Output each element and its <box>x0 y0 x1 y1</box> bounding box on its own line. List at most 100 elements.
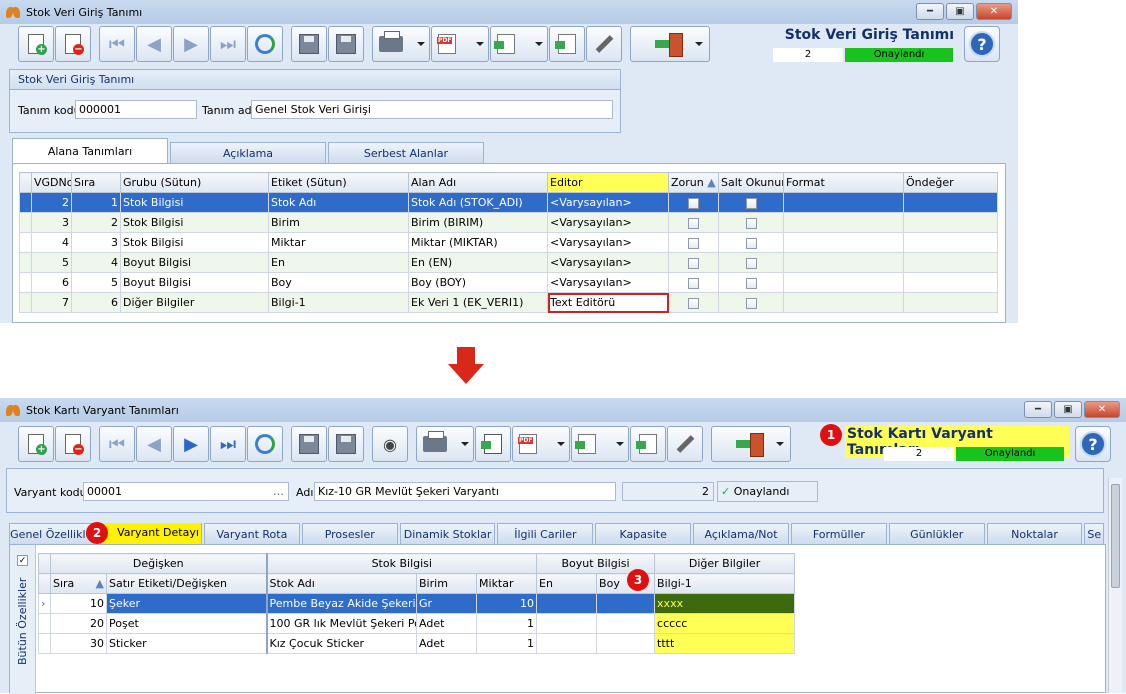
table-row[interactable]: › 10 Şeker Pembe Beyaz Akide Şekeri Gr 1… <box>38 593 796 614</box>
cell-boy[interactable] <box>596 633 656 654</box>
cell-birim[interactable]: Adet <box>416 613 478 634</box>
tab-varyant-rota[interactable]: Varyant Rota <box>203 523 300 544</box>
cell-vgdno[interactable]: 2 <box>31 192 72 213</box>
col-grubu[interactable]: Grubu (Sütun) <box>120 172 269 193</box>
pdf-button[interactable] <box>431 26 489 62</box>
checkbox[interactable] <box>745 297 757 309</box>
col-etiket[interactable]: Etiket (Sütun) <box>268 172 409 193</box>
tab-gunlukler[interactable]: Günlükler <box>888 523 985 544</box>
exit-button[interactable] <box>630 26 710 62</box>
checkbox[interactable] <box>745 237 757 249</box>
chevron-down-icon[interactable] <box>557 442 565 446</box>
pdf-button[interactable] <box>512 426 570 462</box>
cell-grup[interactable]: Stok Bilgisi <box>120 212 269 233</box>
tab-genel-ozellikler[interactable]: Genel Özellikler <box>9 523 98 544</box>
cell-etiket[interactable]: En <box>268 252 409 273</box>
cell-en[interactable] <box>536 633 598 654</box>
cancel-save-button[interactable] <box>328 426 364 462</box>
save-button[interactable] <box>291 426 327 462</box>
cell-etiket[interactable]: Şeker <box>105 593 268 614</box>
cell-salt-okunur[interactable] <box>718 292 784 313</box>
chevron-down-icon[interactable] <box>461 442 469 446</box>
cell-birim[interactable]: Gr <box>416 593 478 614</box>
tab-alan-tanimlari[interactable]: Alana Tanımları <box>12 138 168 163</box>
first-record-button[interactable]: ⏮ <box>99 426 135 462</box>
cell-alan[interactable]: Miktar (MIKTAR) <box>408 232 548 253</box>
col-en[interactable]: En <box>536 573 598 594</box>
import-button[interactable] <box>549 26 585 62</box>
col-satir-etiketi[interactable]: Satır Etiketi/Değişken <box>105 573 268 594</box>
table-row[interactable]: 3 2 Stok Bilgisi Birim Birim (BIRIM) <Va… <box>19 212 998 233</box>
name-input[interactable]: Genel Stok Veri Girişi <box>251 100 613 119</box>
cell-ondeger[interactable] <box>903 252 998 273</box>
cell-alan[interactable]: Birim (BIRIM) <box>408 212 548 233</box>
checkbox[interactable] <box>745 197 757 209</box>
cell-vgdno[interactable]: 6 <box>31 272 72 293</box>
col-bilgi-1[interactable]: Bilgi-1 <box>654 573 796 594</box>
cell-en[interactable] <box>536 613 598 634</box>
settings-button[interactable] <box>586 26 622 62</box>
next-record-button[interactable]: ▶ <box>173 426 209 462</box>
cell-salt-okunur[interactable] <box>718 212 784 233</box>
cell-vgdno[interactable]: 7 <box>31 292 72 313</box>
cell-editor-highlighted[interactable]: Text Editörü <box>547 292 669 313</box>
next-record-button[interactable]: ▶ <box>173 26 209 62</box>
export-button[interactable] <box>571 426 629 462</box>
table-row[interactable]: 4 3 Stok Bilgisi Miktar Miktar (MIKTAR) … <box>19 232 998 253</box>
chevron-down-icon[interactable] <box>417 42 425 46</box>
cell-format[interactable] <box>783 292 904 313</box>
checkbox[interactable] <box>688 217 699 229</box>
cell-editor[interactable]: <Varysayılan> <box>547 192 669 213</box>
cell-bilgi-1[interactable]: tttt <box>654 633 796 654</box>
col-stok-adi[interactable]: Stok Adı <box>266 573 418 594</box>
cell-sira[interactable]: 5 <box>71 272 121 293</box>
cell-sira[interactable]: 10 <box>50 593 107 614</box>
tab-noktalar[interactable]: Noktalar <box>986 523 1083 544</box>
refresh-button[interactable] <box>247 26 283 62</box>
cell-ondeger[interactable] <box>903 272 998 293</box>
table-row[interactable]: 20 Poşet 100 GR lık Mevlüt Şekeri Poşeti… <box>38 613 796 634</box>
col-salt-okunur[interactable]: Salt Okunur <box>718 172 784 193</box>
cell-format[interactable] <box>783 212 904 233</box>
cell-stok-adi[interactable]: Pembe Beyaz Akide Şekeri <box>266 593 418 614</box>
cell-grup[interactable]: Boyut Bilgisi <box>120 272 269 293</box>
maximize-icon[interactable]: ▣ <box>1054 401 1082 418</box>
first-record-button[interactable]: ⏮ <box>99 26 135 62</box>
checkbox[interactable] <box>688 257 699 269</box>
minimize-icon[interactable]: ━ <box>916 3 944 20</box>
cell-grup[interactable]: Stok Bilgisi <box>120 232 269 253</box>
cell-sira[interactable]: 3 <box>71 232 121 253</box>
cell-vgdno[interactable]: 5 <box>31 252 72 273</box>
cell-salt-okunur[interactable] <box>718 232 784 253</box>
code-input[interactable]: 000001 <box>75 100 197 119</box>
cell-editor[interactable]: <Varysayılan> <box>547 212 669 233</box>
prev-record-button[interactable]: ◀ <box>136 426 172 462</box>
tab-ilgili-cariler[interactable]: İlgili Cariler <box>497 523 594 544</box>
cell-miktar[interactable]: 10 <box>476 593 538 614</box>
cell-etiket[interactable]: Stok Adı <box>268 192 409 213</box>
cell-zorunlu[interactable] <box>668 212 719 233</box>
tab-more[interactable]: Se <box>1084 523 1105 544</box>
tab-formuller[interactable]: Formüller <box>790 523 887 544</box>
ellipsis-icon[interactable]: … <box>273 483 284 500</box>
export-button[interactable] <box>490 26 548 62</box>
preview-button[interactable]: ◉ <box>372 426 408 462</box>
table-row[interactable]: 7 6 Diğer Bilgiler Bilgi-1 Ek Veri 1 (EK… <box>19 292 998 313</box>
cell-sira[interactable]: 30 <box>50 633 107 654</box>
cell-zorunlu[interactable] <box>668 252 719 273</box>
col-sira[interactable]: Sıra ▲ <box>50 573 107 594</box>
cell-ondeger[interactable] <box>903 232 998 253</box>
cell-en[interactable] <box>536 593 598 614</box>
cell-zorunlu[interactable] <box>668 292 719 313</box>
cell-stok-adi[interactable]: Kız Çocuk Sticker <box>266 633 418 654</box>
tab-varyant-detayi[interactable]: Varyant Detayı <box>99 523 202 544</box>
table-row[interactable]: › 2 1 Stok Bilgisi Stok Adı Stok Adı (ST… <box>19 192 998 213</box>
col-ondeger[interactable]: Öndeğer <box>903 172 998 193</box>
cell-sira[interactable]: 2 <box>71 212 121 233</box>
checkbox[interactable] <box>688 277 699 289</box>
cell-ondeger[interactable] <box>903 292 998 313</box>
cell-vgdno[interactable]: 4 <box>31 232 72 253</box>
col-format[interactable]: Format <box>783 172 904 193</box>
cancel-save-button[interactable] <box>328 26 364 62</box>
print-button[interactable] <box>416 426 474 462</box>
